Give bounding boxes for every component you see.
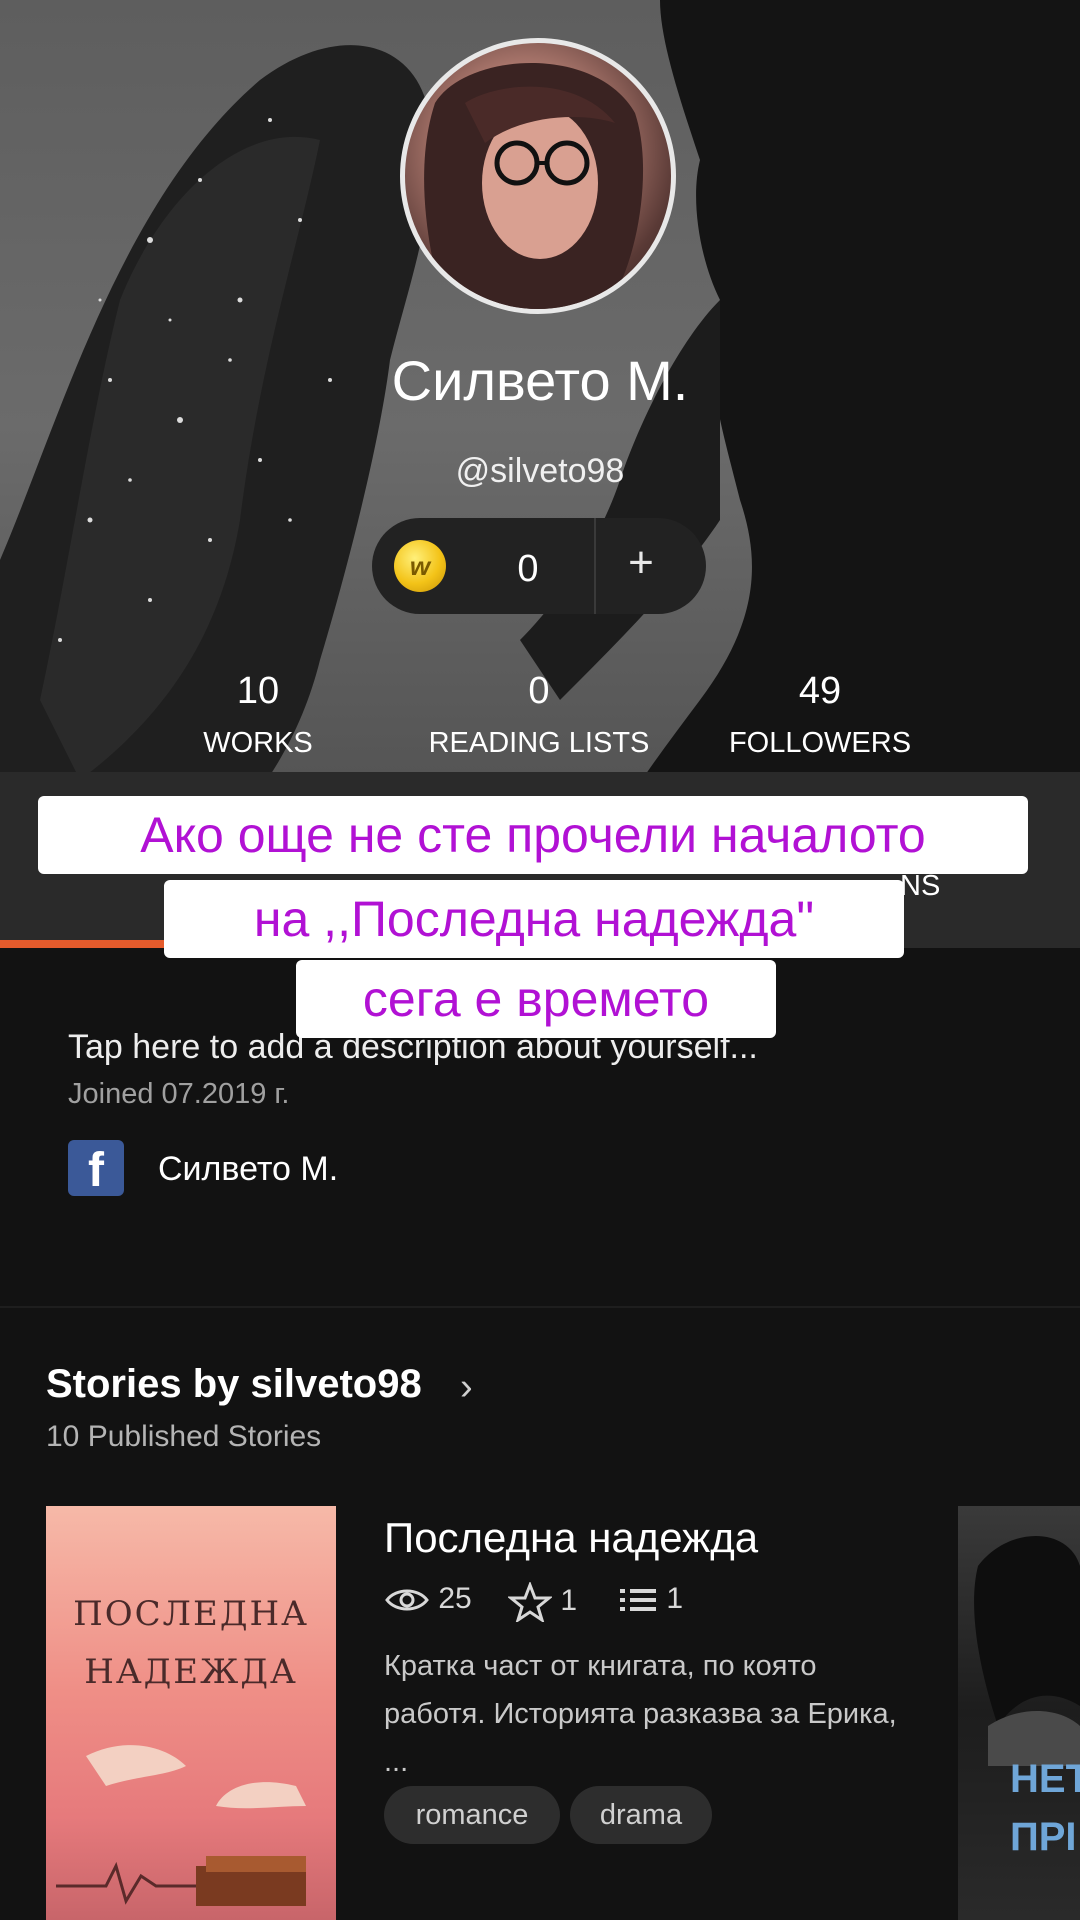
overlay-caption-line-1: Ако още не сте прочели началото bbox=[38, 796, 1028, 874]
stat-followers[interactable]: 49 FOLLOWERS bbox=[680, 670, 960, 760]
chevron-right-icon[interactable]: › bbox=[460, 1366, 473, 1409]
story-cover[interactable]: ПОСЛЕДНА НАДЕЖДА bbox=[46, 1506, 336, 1920]
list-icon bbox=[620, 1589, 656, 1612]
stat-works[interactable]: 10 WORKS bbox=[118, 670, 398, 760]
joined-date: Joined 07.2019 г. bbox=[68, 1078, 290, 1110]
profile-avatar[interactable] bbox=[400, 38, 676, 314]
story-tag-drama[interactable]: drama bbox=[570, 1786, 712, 1844]
avatar-photo bbox=[424, 63, 644, 309]
story-tag-romance[interactable]: romance bbox=[384, 1786, 560, 1844]
overlay-caption-line-2: на ,,Последна надежда" bbox=[164, 880, 904, 958]
story-parts-count: 1 bbox=[666, 1582, 684, 1615]
stat-reading-lists-label: READING LISTS bbox=[428, 727, 650, 759]
stat-works-value: 10 bbox=[236, 670, 280, 712]
coin-count: 0 bbox=[517, 548, 539, 590]
section-divider bbox=[0, 1306, 1080, 1308]
facebook-icon: f bbox=[68, 1140, 124, 1196]
stat-works-label: WORKS bbox=[203, 727, 313, 759]
published-stories-count: 10 Published Stories bbox=[46, 1420, 322, 1453]
story-cover-art bbox=[56, 1745, 306, 1906]
coin-divider bbox=[594, 518, 596, 614]
story-views: 25 bbox=[384, 1582, 472, 1616]
profile-display-name: Силвето М. bbox=[391, 349, 689, 412]
stat-reading-lists[interactable]: 0 READING LISTS bbox=[399, 670, 679, 760]
story-views-count: 25 bbox=[438, 1582, 472, 1615]
profile-username: @silveto98 bbox=[455, 452, 625, 490]
star-icon bbox=[506, 1580, 554, 1624]
story-votes: 1 bbox=[506, 1580, 578, 1624]
facebook-name-link[interactable]: Силвето М. bbox=[158, 1150, 338, 1189]
next-story-cover[interactable]: НЕТ ПРІ bbox=[958, 1506, 1080, 1920]
stat-reading-lists-value: 0 bbox=[528, 670, 550, 712]
story-cover-title: ПОСЛЕДНА НАДЕЖДА bbox=[73, 1594, 309, 1692]
tab-conversations[interactable]: NS bbox=[900, 870, 940, 903]
story-description: Кратка част от книгата, по която работя.… bbox=[384, 1650, 897, 1778]
story-title[interactable]: Последна надежда bbox=[384, 1514, 758, 1562]
stat-followers-label: FOLLOWERS bbox=[728, 727, 912, 759]
story-votes-count: 1 bbox=[560, 1583, 578, 1617]
wattpad-coin-icon: w bbox=[394, 540, 446, 592]
eye-icon bbox=[385, 1589, 429, 1611]
stat-followers-value: 49 bbox=[798, 670, 842, 712]
story-parts: 1 bbox=[618, 1582, 683, 1616]
add-coins-button[interactable]: + bbox=[616, 538, 666, 588]
active-tab-indicator bbox=[0, 940, 168, 948]
overlay-caption-line-3: сега е времето bbox=[296, 960, 776, 1038]
stories-section-title[interactable]: Stories by silveto98 bbox=[46, 1362, 422, 1407]
next-story-cover-title: НЕТ ПРІ bbox=[1010, 1757, 1080, 1859]
